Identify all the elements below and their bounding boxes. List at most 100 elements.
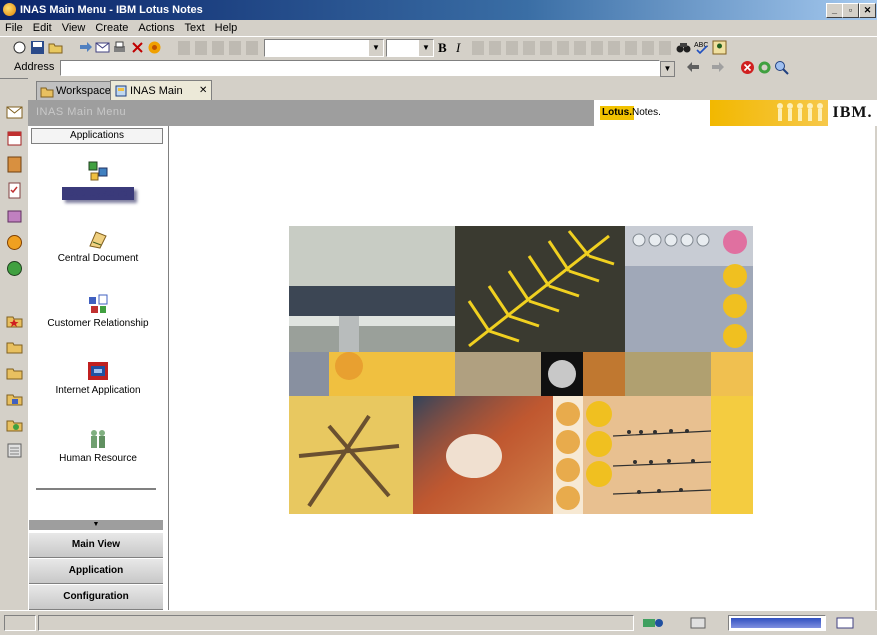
back-icon[interactable]: [686, 60, 701, 75]
lotus-wordmark: Lotus.: [600, 106, 634, 120]
nav-item-central-document-label: Central Document: [57, 253, 139, 264]
progress-box: [728, 615, 826, 631]
navigator-header: Applications: [31, 128, 163, 144]
ibm-logo: IBM.: [828, 100, 877, 126]
window-title: INAS Main Menu - IBM Lotus Notes: [20, 4, 203, 16]
application-button[interactable]: Application: [29, 558, 163, 584]
application-navigator: Applications Sub-Systems Central Documen…: [28, 126, 169, 610]
internet-bookmark-icon[interactable]: [6, 260, 23, 277]
chevron-down-icon[interactable]: ▼: [369, 40, 383, 56]
database-banner: INAS Main Menu Lotus. Notes. IBM.: [28, 100, 877, 126]
italic-button[interactable]: I: [456, 40, 460, 56]
tab-workspace-label: Workspace: [56, 85, 111, 97]
workspace-icon: [40, 87, 54, 98]
menu-text[interactable]: Text: [179, 20, 209, 36]
main-view-button[interactable]: Main View: [29, 532, 163, 558]
address-book-bookmark-icon[interactable]: [6, 156, 23, 173]
menu-bar: File Edit View Create Actions Text Help: [0, 20, 877, 36]
new-icon[interactable]: [12, 40, 27, 55]
search-icon[interactable]: [774, 60, 789, 75]
close-tab-icon[interactable]: ✕: [199, 82, 207, 100]
notes-wordmark: Notes.: [632, 107, 661, 118]
lotus-notes-logo: Lotus. Notes.: [594, 100, 710, 126]
navigator-divider: [36, 488, 156, 490]
history-bookmark-icon[interactable]: [6, 416, 23, 433]
tab-inas-main-menu[interactable]: INAS Main Menu ✕: [110, 80, 212, 115]
menu-create[interactable]: Create: [90, 20, 133, 36]
nav-item-internet-application[interactable]: Internet Application: [28, 360, 168, 396]
people-graphic: [710, 100, 828, 126]
frame-title: INAS Main Menu: [36, 106, 127, 118]
menu-file[interactable]: File: [0, 20, 28, 36]
databases-bookmark-icon[interactable]: [6, 338, 23, 355]
forward-nav-icon[interactable]: [710, 60, 725, 75]
configuration-button[interactable]: Configuration: [29, 584, 163, 610]
inbox-icon[interactable]: [836, 616, 854, 630]
main-content: [169, 126, 875, 610]
human-resource-icon: [91, 430, 105, 448]
photo-collage: [289, 226, 753, 514]
lotus-notes-app-icon[interactable]: [3, 3, 16, 16]
nav-item-customer-relationship[interactable]: Customer Relationship: [28, 293, 168, 329]
font-size-combo[interactable]: ▼: [386, 39, 434, 57]
nav-item-central-document[interactable]: Central Document: [28, 228, 168, 264]
bold-button[interactable]: B: [438, 40, 447, 56]
restore-button[interactable]: ▫: [842, 3, 859, 18]
mail-icon[interactable]: [95, 40, 110, 55]
nav-item-human-resource[interactable]: Human Resource: [28, 428, 168, 464]
menu-view[interactable]: View: [57, 20, 91, 36]
startup-bookmark-icon[interactable]: [6, 442, 23, 459]
bookmark-bar: [0, 100, 28, 610]
minimize-button[interactable]: _: [826, 3, 843, 18]
replicator-bookmark-icon[interactable]: [6, 208, 23, 225]
more-bookmarks-icon[interactable]: [6, 364, 23, 381]
menu-edit[interactable]: Edit: [28, 20, 57, 36]
nav-item-sub-systems[interactable]: Sub-Systems: [28, 160, 168, 200]
todo-bookmark-icon[interactable]: [6, 182, 23, 199]
address-dropdown-icon[interactable]: ▼: [660, 61, 675, 77]
svg-text:ABC: ABC: [694, 42, 708, 49]
replicate-icon[interactable]: [147, 40, 162, 55]
delete-icon[interactable]: [130, 40, 145, 55]
internet-application-icon: [88, 362, 108, 380]
binoculars-icon[interactable]: [676, 40, 691, 55]
nav-item-human-resource-label: Human Resource: [59, 453, 137, 464]
save-icon[interactable]: [30, 40, 45, 55]
forward-icon[interactable]: [78, 40, 93, 55]
disabled-format-tools: [472, 41, 672, 55]
address-bar: Address ▼: [0, 58, 877, 79]
mail-bookmark-icon[interactable]: [6, 104, 23, 121]
address-label: Address: [14, 61, 55, 73]
tab-workspace[interactable]: Workspace: [36, 81, 112, 100]
menu-help[interactable]: Help: [210, 20, 243, 36]
favorites-bookmark-icon[interactable]: [6, 312, 23, 329]
tools-icon[interactable]: [690, 616, 712, 630]
toolbar: ▼ ▼ B I ABC: [0, 36, 877, 60]
nav-item-customer-relationship-label: Customer Relationship: [47, 318, 149, 329]
print-icon[interactable]: [112, 40, 127, 55]
web-browser-bookmark-icon[interactable]: [6, 234, 23, 251]
style-combo[interactable]: ▼: [264, 39, 384, 57]
calendar-bookmark-icon[interactable]: [6, 130, 23, 147]
menu-actions[interactable]: Actions: [133, 20, 179, 36]
spellcheck-icon[interactable]: ABC: [694, 40, 709, 55]
nav-item-sub-systems-label: Sub-Systems: [62, 187, 134, 200]
subsystems-icon: [88, 161, 108, 181]
status-bar: [0, 610, 877, 635]
refresh-icon[interactable]: [757, 60, 772, 75]
database-icon: [115, 85, 127, 97]
location-icon[interactable]: [642, 616, 664, 630]
chevron-down-icon[interactable]: ▼: [419, 40, 433, 56]
open-folder-icon[interactable]: [48, 40, 63, 55]
scroll-down-icon[interactable]: ▼: [29, 520, 163, 530]
central-document-icon: [89, 231, 107, 249]
status-message[interactable]: [38, 615, 634, 631]
title-bar: INAS Main Menu - IBM Lotus Notes _ ▫ ✕: [0, 0, 877, 20]
close-button[interactable]: ✕: [859, 3, 876, 18]
properties-icon[interactable]: [712, 40, 727, 55]
stop-icon[interactable]: [740, 60, 755, 75]
applications-bookmark-icon[interactable]: [6, 390, 23, 407]
nav-item-internet-application-label: Internet Application: [55, 385, 141, 396]
address-input[interactable]: [60, 60, 660, 76]
status-indicator[interactable]: [4, 615, 36, 631]
